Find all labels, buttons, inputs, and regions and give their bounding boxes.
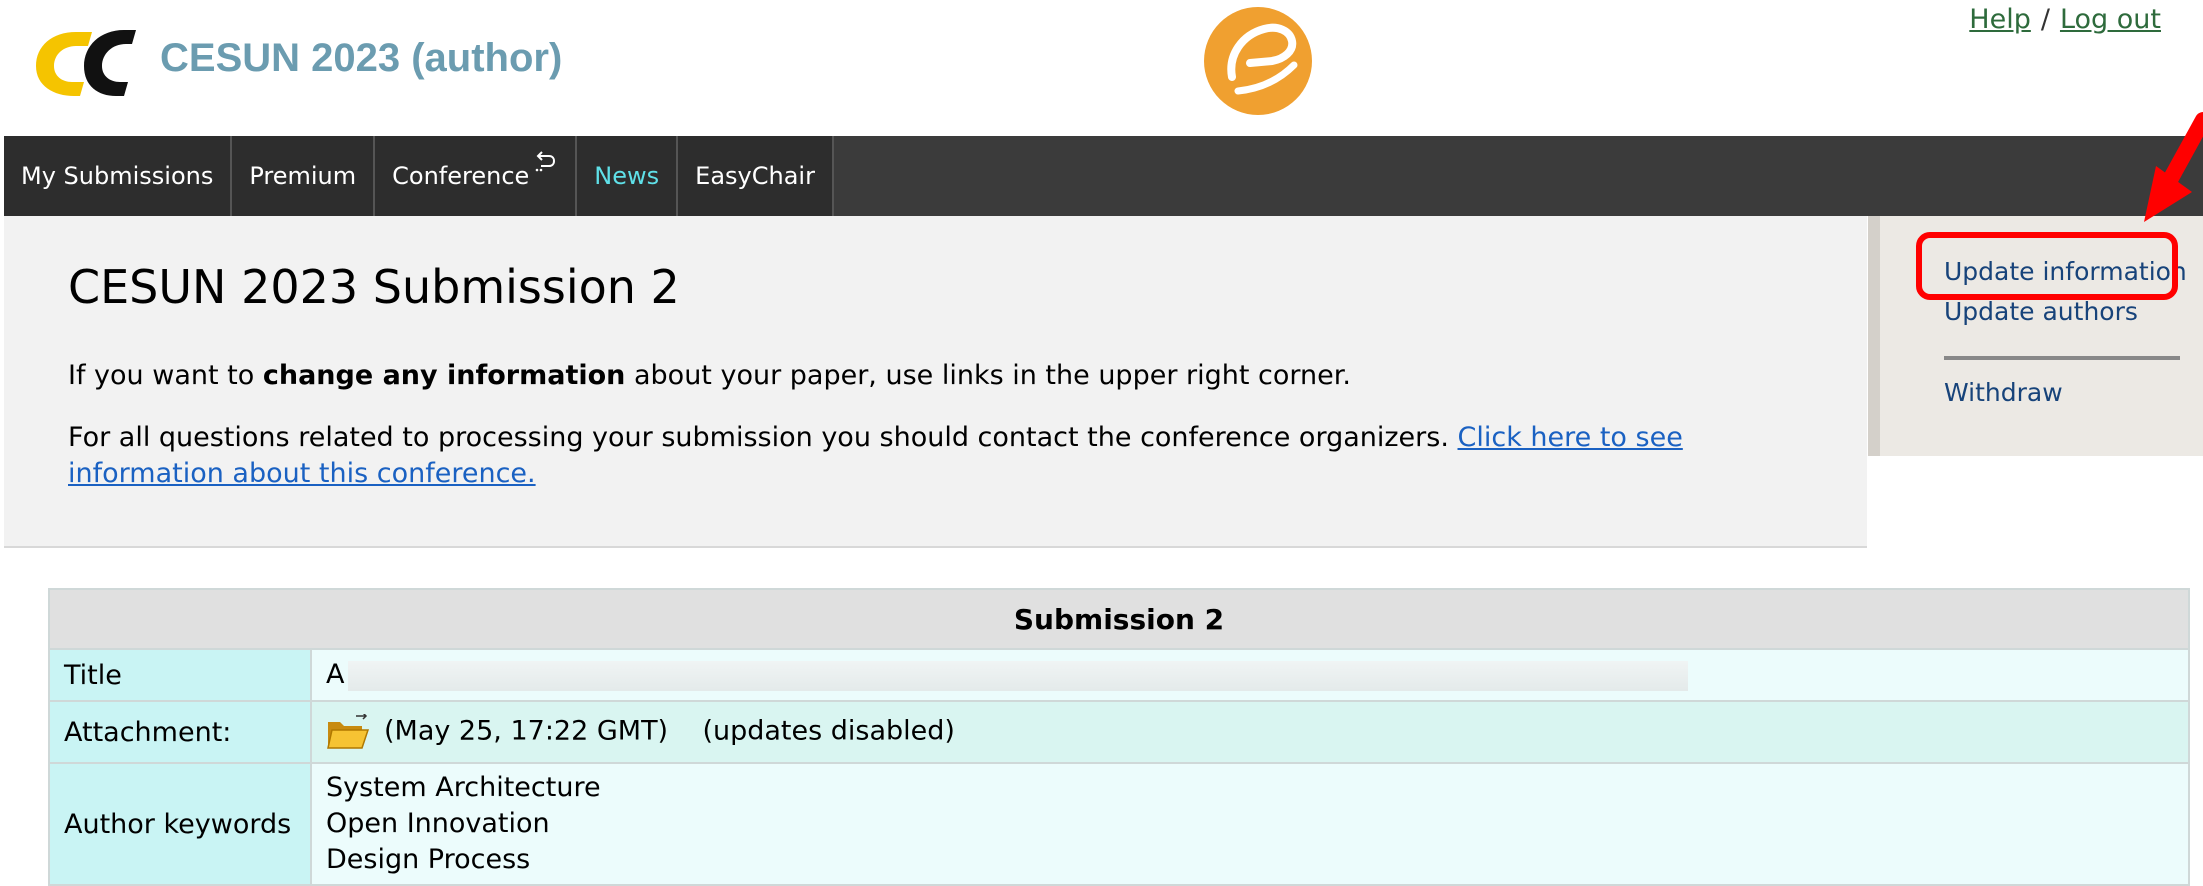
annotation-arrow-icon — [2144, 112, 2203, 222]
update-authors-link[interactable]: Update authors — [1944, 297, 2138, 326]
contact-sentence: For all questions related to processing … — [68, 422, 1449, 453]
main-navigation: My Submissions Premium Conference News E… — [4, 136, 2203, 216]
attachment-label: Attachment: — [48, 700, 312, 764]
tab-news[interactable]: News — [577, 136, 679, 216]
attachment-status: (updates disabled) — [702, 715, 955, 747]
title-text: A — [326, 659, 345, 691]
page-title: CESUN 2023 Submission 2 — [68, 260, 680, 314]
help-link[interactable]: Help — [1969, 4, 2031, 35]
keyword-item: System Architecture — [326, 772, 601, 803]
top-links: Help / Log out — [1969, 4, 2161, 35]
intro-text: If you want to change any information ab… — [68, 360, 1351, 391]
tab-premium[interactable]: Premium — [232, 136, 376, 216]
submission-table: Submission 2 Title A Attachment: (May 25… — [48, 588, 2190, 886]
attachment-value: (May 25, 17:22 GMT) (updates disabled) — [310, 700, 2190, 764]
return-arrow-icon — [535, 151, 556, 172]
intro-bold: change any information — [262, 360, 626, 391]
keyword-item: Design Process — [326, 844, 531, 875]
annotation-highlight — [1916, 232, 2178, 300]
tab-conference[interactable]: Conference — [375, 136, 578, 216]
easychair-orange-emblem-icon — [1204, 7, 1312, 115]
keyword-item: Open Innovation — [326, 808, 550, 839]
folder-icon[interactable] — [326, 714, 370, 750]
contact-text: For all questions related to processing … — [68, 420, 1828, 492]
tab-conference-label: Conference — [392, 162, 530, 190]
tab-easychair[interactable]: EasyChair — [678, 136, 834, 216]
keywords-value: System Architecture Open Innovation Desi… — [310, 762, 2190, 886]
table-row: Title A — [48, 648, 2190, 702]
logout-link[interactable]: Log out — [2060, 4, 2161, 35]
info-panel: CESUN 2023 Submission 2 If you want to c… — [4, 216, 1867, 548]
link-separator: / — [2040, 4, 2050, 35]
table-row: Attachment: (May 25, 17:22 GMT) (updates… — [48, 700, 2190, 764]
app-title: CESUN 2023 (author) — [160, 36, 563, 80]
title-label: Title — [48, 648, 312, 702]
withdraw-link[interactable]: Withdraw — [1944, 378, 2063, 407]
attachment-date: (May 25, 17:22 GMT) — [384, 715, 669, 747]
easychair-logo-icon — [36, 30, 136, 96]
table-header: Submission 2 — [48, 588, 2190, 650]
intro-suffix: about your paper, use links in the upper… — [633, 360, 1351, 391]
menu-divider — [1944, 356, 2180, 360]
intro-prefix: If you want to — [68, 360, 255, 391]
redacted-title — [348, 660, 1689, 691]
keywords-label: Author keywords — [48, 762, 312, 886]
title-value: A — [310, 648, 2190, 702]
table-row: Author keywords System Architecture Open… — [48, 762, 2190, 886]
tab-my-submissions[interactable]: My Submissions — [4, 136, 233, 216]
